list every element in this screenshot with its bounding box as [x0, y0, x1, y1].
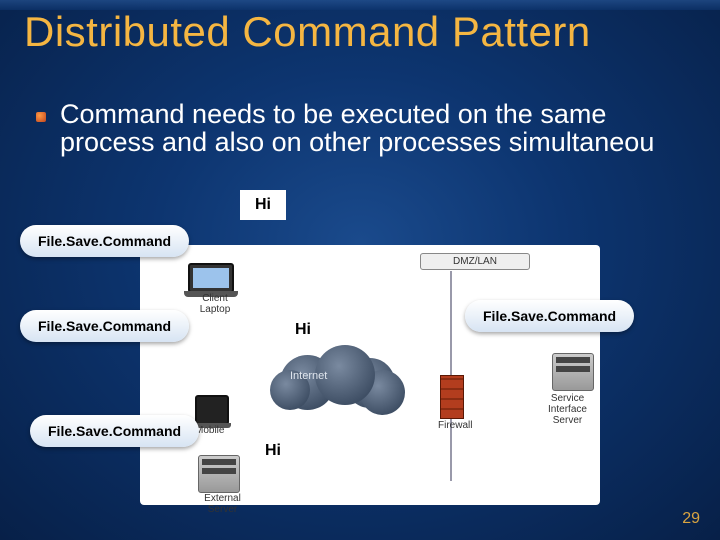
command-bubble-label: File.Save.Command	[38, 318, 171, 334]
external-server-label: External Server	[200, 493, 245, 515]
hi-popup-1: Hi	[240, 190, 286, 220]
service-server-icon	[552, 353, 594, 391]
service-server-label: Service Interface Server	[540, 393, 595, 426]
command-bubble-label: File.Save.Command	[38, 233, 171, 249]
speech-tail-icon	[451, 310, 471, 330]
cloud-label: Internet	[290, 370, 327, 382]
slide-title: Distributed Command Pattern	[24, 8, 696, 56]
speech-tail-icon	[193, 425, 213, 445]
speech-tail-icon	[183, 235, 203, 255]
body-text: Command needs to be executed on the same…	[60, 100, 690, 157]
firewall-label: Firewall	[438, 420, 472, 431]
bullet-icon	[36, 112, 46, 122]
speech-tail-icon	[183, 320, 203, 340]
client-label: Client Laptop	[190, 293, 240, 315]
dmz-label: DMZ/LAN	[420, 253, 530, 270]
command-bubble-label: File.Save.Command	[48, 423, 181, 439]
external-server-icon	[198, 455, 240, 493]
mobile-device-icon	[195, 395, 229, 425]
command-bubble-2: File.Save.Command	[20, 310, 189, 342]
client-laptop-icon	[188, 263, 234, 293]
command-bubble-1: File.Save.Command	[20, 225, 189, 257]
command-bubble-4: File.Save.Command	[465, 300, 634, 332]
hi-popup-2: Hi	[280, 315, 326, 345]
cloud-icon	[270, 340, 390, 410]
slide: Distributed Command Pattern Command need…	[0, 0, 720, 540]
hi-popup-3: Hi	[250, 436, 296, 466]
command-bubble-label: File.Save.Command	[483, 308, 616, 324]
firewall-icon	[440, 375, 464, 419]
page-number: 29	[682, 510, 700, 528]
network-diagram: DMZ/LAN Client Laptop Mobile External Se…	[140, 245, 600, 505]
command-bubble-3: File.Save.Command	[30, 415, 199, 447]
